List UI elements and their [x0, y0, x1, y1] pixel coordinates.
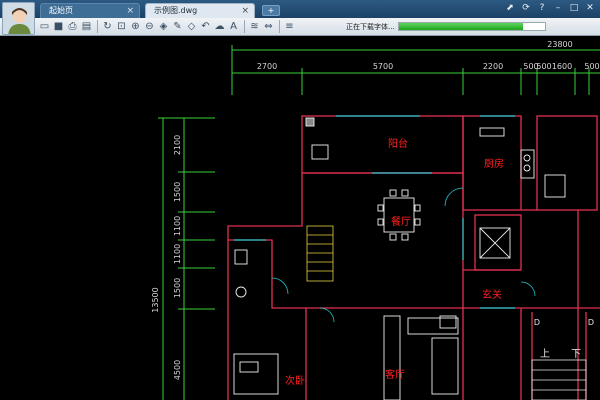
stair-down-label: 下	[571, 349, 581, 360]
dimension-3: 2200	[483, 62, 503, 71]
minimize-button[interactable]: –	[552, 2, 564, 14]
room-dining: 餐厅	[391, 215, 411, 228]
tab-home-label: 起始页	[49, 6, 73, 15]
zoom-extents-icon[interactable]: ⊡	[115, 19, 128, 34]
furniture	[233, 117, 566, 400]
drawing-canvas[interactable]: 23800 2700 5700 2200 500 500 1600 500 13…	[0, 36, 600, 400]
open-icon[interactable]: ▭	[38, 19, 51, 34]
dimension-5: 500	[536, 62, 551, 71]
dimension-v2: 1500	[173, 182, 182, 202]
print-preview-icon[interactable]: ▤	[80, 19, 93, 34]
rotate-icon[interactable]: ↻	[101, 19, 114, 34]
room-living: 客厅	[385, 368, 405, 381]
room-entry: 玄关	[482, 288, 502, 301]
dimension-7: 500	[584, 62, 599, 71]
stairs	[306, 225, 587, 400]
help-icon[interactable]: ?	[536, 2, 548, 14]
zoom-in-icon[interactable]: ⊕	[129, 19, 142, 34]
maximize-button[interactable]: □	[568, 2, 580, 14]
dimension-icon[interactable]: ⇔	[262, 19, 275, 34]
refresh-icon[interactable]: ⟳	[520, 2, 532, 14]
floor-plan[interactable]: 23800 2700 5700 2200 500 500 1600 500 13…	[0, 36, 600, 400]
stair-up-label: 上	[540, 348, 550, 360]
hatch-icon[interactable]: ≋	[248, 19, 261, 34]
progress-fill	[399, 23, 524, 30]
dimension-v3: 1100	[173, 216, 182, 236]
user-avatar-icon	[3, 3, 34, 34]
dimension-6: 1600	[552, 62, 572, 71]
tab-drawing[interactable]: 示例图.dwg ×	[145, 3, 255, 18]
dimension-v6: 4500	[173, 360, 182, 380]
tab-bar: 起始页 × 示例图.dwg × + ⬈ ⟳ ? – □ ✕	[0, 0, 600, 18]
dimension-v5: 1500	[173, 278, 182, 298]
status-text: 正在下载字体...	[346, 23, 395, 31]
window-controls: ⬈ ⟳ ? – □ ✕	[504, 2, 596, 14]
dimension-vertical-overall: 13500	[151, 287, 160, 312]
zoom-out-icon[interactable]: ⊖	[143, 19, 156, 34]
close-icon[interactable]: ×	[241, 4, 249, 18]
dimension-v1: 2100	[173, 135, 182, 155]
toolbar-separator	[279, 20, 280, 33]
database-icon[interactable]: ≡	[283, 19, 296, 34]
toolbar-separator	[97, 20, 98, 33]
close-window-button[interactable]: ✕	[584, 2, 596, 14]
toolbar: ▭ ■ ⎙ ▤ ↻ ⊡ ⊕ ⊖ ◈ ✎ ◇ ↶ ☁ A ≋ ⇔ ≡ 正在下载字体…	[0, 18, 600, 36]
download-progress-bar	[398, 22, 546, 31]
dimension-2: 5700	[373, 62, 393, 71]
dimension-overall: 23800	[547, 40, 572, 49]
undo-icon[interactable]: ↶	[199, 19, 212, 34]
dimension-1: 2700	[257, 62, 277, 71]
edit-icon[interactable]: ✎	[171, 19, 184, 34]
room-balcony: 阳台	[388, 137, 408, 150]
avatar[interactable]	[2, 2, 35, 35]
close-icon[interactable]: ×	[126, 4, 134, 18]
tab-drawing-label: 示例图.dwg	[154, 6, 198, 15]
share-icon[interactable]: ⬈	[504, 2, 516, 14]
windows	[234, 115, 515, 309]
door-label-d2: D	[588, 318, 594, 327]
door-label-d1: D	[534, 318, 540, 327]
new-tab-button[interactable]: +	[262, 5, 280, 16]
left-dimension-lines	[158, 117, 215, 400]
text-icon[interactable]: A	[227, 19, 240, 34]
save-icon[interactable]: ■	[52, 19, 65, 34]
cloud-icon[interactable]: ☁	[213, 19, 226, 34]
print-icon[interactable]: ⎙	[66, 19, 79, 34]
tab-home[interactable]: 起始页 ×	[40, 3, 140, 18]
room-second-bedroom: 次卧	[285, 374, 305, 387]
measure-icon[interactable]: ◇	[185, 19, 198, 34]
layer-icon[interactable]: ◈	[157, 19, 170, 34]
doors	[271, 187, 536, 323]
dimension-v4: 1100	[173, 244, 182, 264]
toolbar-separator	[244, 20, 245, 33]
room-kitchen: 厨房	[484, 157, 504, 170]
